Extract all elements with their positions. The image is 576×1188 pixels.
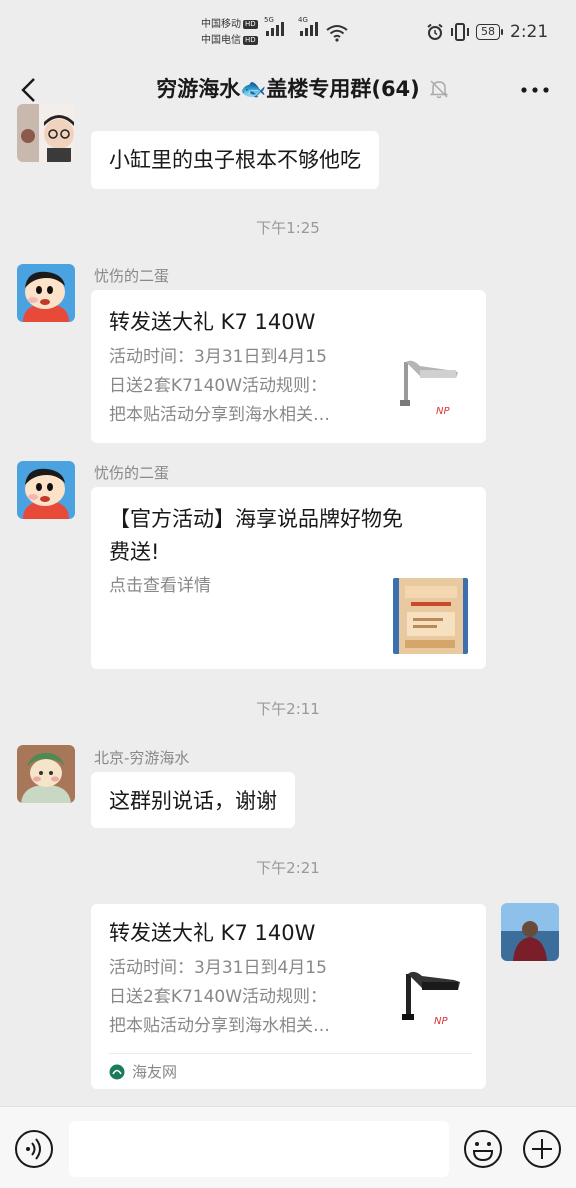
status-bar: 中国移动 HD 中国电信 HD 5G 4G 58 2:21 [0, 0, 576, 62]
emoji-icon[interactable] [463, 1129, 503, 1169]
carrier-info: 中国移动 HD 中国电信 HD [201, 17, 258, 49]
more-icon[interactable] [518, 78, 552, 102]
sender-name: 北京-穷游海水 [94, 749, 190, 767]
message-text: 小缸里的虫子根本不够他吃 [109, 148, 361, 172]
card-title-line: 费送! [109, 540, 160, 564]
svg-text:NP: NP [434, 1016, 448, 1027]
message-input[interactable] [69, 1121, 449, 1177]
voice-icon[interactable] [14, 1129, 54, 1169]
signal-icon-1: 5G [264, 16, 284, 36]
card-desc-line: 点击查看详情 [109, 576, 211, 596]
card-desc-line: 活动时间：3月31日到4月15 [109, 958, 327, 978]
link-card[interactable]: 【官方活动】海享说品牌好物免 费送! 点击查看详情 [91, 487, 486, 669]
card-title: 转发送大礼 K7 140W [109, 921, 316, 945]
svg-text:NP: NP [436, 406, 450, 417]
chat-header: 穷游海水🐟盖楼专用群(64) [0, 62, 576, 118]
status-right: 58 2:21 [426, 22, 548, 42]
chat-title: 穷游海水🐟盖楼专用群(64) [156, 77, 420, 101]
network-type-2: 4G [298, 16, 308, 24]
source-logo-icon [109, 1064, 125, 1079]
my-avatar[interactable] [501, 903, 559, 961]
timestamp: 下午1:25 [256, 219, 320, 237]
card-desc-line: 活动时间：3月31日到4月15 [109, 347, 327, 367]
avatar[interactable] [17, 745, 75, 803]
input-bar [0, 1106, 576, 1188]
card-source-name: 海友网 [132, 1063, 178, 1081]
card-thumbnail: NP [392, 352, 468, 422]
avatar[interactable] [17, 264, 75, 322]
timestamp: 下午2:21 [256, 859, 320, 877]
card-desc-line: 日送2套K7140W活动规则： [109, 987, 328, 1007]
hd-badge-1: HD [243, 20, 258, 29]
card-title-line: 【官方活动】海享说品牌好物免 [109, 507, 403, 531]
alarm-icon [427, 23, 443, 40]
carrier-2: 中国电信 [201, 35, 241, 46]
wifi-icon [326, 25, 348, 42]
card-thumbnail: NP [394, 964, 468, 1034]
avatar[interactable] [17, 104, 75, 162]
card-source: 海友网 [109, 1061, 177, 1082]
mute-bell-icon [429, 80, 449, 99]
avatar[interactable] [17, 461, 75, 519]
link-card[interactable]: 转发送大礼 K7 140W 活动时间：3月31日到4月15 日送2套K7140W… [91, 904, 486, 1089]
card-title: 转发送大礼 K7 140W [109, 310, 316, 334]
card-desc-line: 把本贴活动分享到海水相关… [109, 1016, 330, 1036]
card-thumbnail [393, 578, 468, 654]
vibrate-icon [451, 23, 469, 41]
message-text: 这群别说话，谢谢 [109, 789, 277, 813]
card-desc-line: 日送2套K7140W活动规则： [109, 376, 328, 396]
clock: 2:21 [510, 22, 549, 42]
signal-group: 5G 4G [264, 16, 318, 36]
message-bubble[interactable]: 这群别说话，谢谢 [91, 772, 295, 828]
signal-icon-2: 4G [298, 16, 318, 36]
network-type-1: 5G [264, 16, 274, 24]
sender-name: 忧伤的二蛋 [94, 267, 170, 285]
sender-name: 忧伤的二蛋 [94, 464, 170, 482]
card-divider [109, 1053, 472, 1054]
carrier-1: 中国移动 [201, 19, 241, 30]
battery-icon: 58 [476, 24, 503, 40]
plus-icon[interactable] [522, 1129, 562, 1169]
card-desc-line: 把本贴活动分享到海水相关… [109, 405, 330, 425]
message-bubble[interactable]: 小缸里的虫子根本不够他吃 [91, 131, 379, 189]
hd-badge-2: HD [243, 36, 258, 45]
timestamp: 下午2:11 [256, 700, 320, 718]
link-card[interactable]: 转发送大礼 K7 140W 活动时间：3月31日到4月15 日送2套K7140W… [91, 290, 486, 443]
